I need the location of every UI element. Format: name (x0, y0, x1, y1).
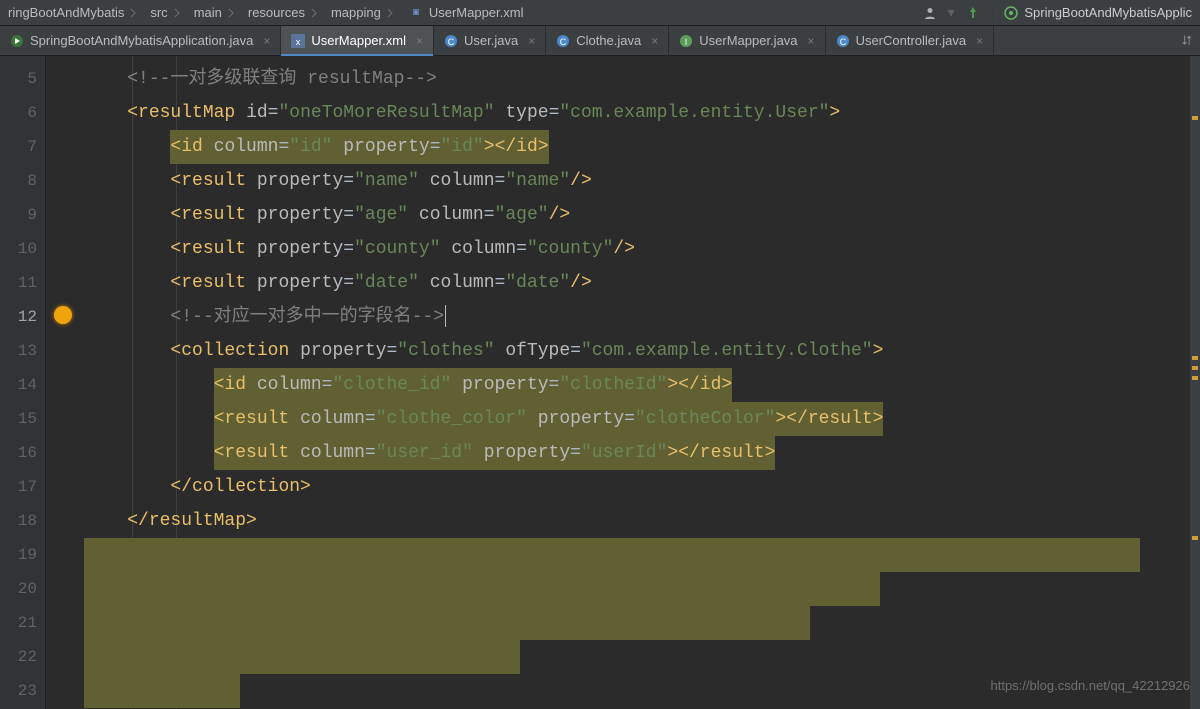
crumb[interactable]: src (146, 5, 189, 20)
tab-label: User.java (464, 33, 518, 48)
close-icon[interactable]: × (976, 34, 983, 48)
run-config[interactable]: SpringBootAndMybatisApplic (1004, 5, 1192, 20)
close-icon[interactable]: × (263, 34, 270, 48)
class-icon: C (556, 34, 570, 48)
tab-clothe-java[interactable]: C Clothe.java × (546, 26, 669, 56)
close-icon[interactable]: × (528, 34, 535, 48)
svg-text:I: I (685, 37, 688, 47)
tab-usermapper-java[interactable]: I UserMapper.java × (669, 26, 825, 56)
tab-label: UserMapper.java (699, 33, 797, 48)
xml-file-icon: x (407, 5, 425, 20)
crumb[interactable]: ringBootAndMybatis (4, 5, 146, 20)
tab-overflow[interactable]: ⮃ (1174, 26, 1200, 56)
svg-text:C: C (839, 37, 846, 47)
scrollbar[interactable] (1190, 56, 1200, 709)
build-icon[interactable] (965, 5, 981, 21)
breadcrumb-bar: ringBootAndMybatis src main resources ma… (0, 0, 1200, 26)
interface-icon: I (679, 34, 693, 48)
user-icon[interactable] (922, 5, 938, 21)
crumb[interactable]: x UserMapper.xml (403, 5, 528, 20)
crumb[interactable]: mapping (327, 5, 403, 20)
caret (445, 305, 446, 327)
svg-text:C: C (560, 37, 567, 47)
editor-tabs: SpringBootAndMybatisApplication.java × x… (0, 26, 1200, 56)
tab-label: UserMapper.xml (311, 33, 406, 48)
tab-usercontroller-java[interactable]: C UserController.java × (826, 26, 995, 56)
class-icon: C (444, 34, 458, 48)
watermark: https://blog.csdn.net/qq_42212926 (991, 669, 1191, 703)
intention-bulb-icon[interactable] (54, 306, 72, 324)
code-area[interactable]: <!--一对多级联查询 resultMap--> <resultMap id="… (84, 56, 1200, 709)
class-icon: C (836, 34, 850, 48)
tab-label: UserController.java (856, 33, 967, 48)
close-icon[interactable]: × (651, 34, 658, 48)
close-icon[interactable]: × (808, 34, 815, 48)
xml-file-icon: x (291, 34, 305, 48)
close-icon[interactable]: × (416, 34, 423, 48)
code-editor[interactable]: 56789101112131415161718192021222324 <!--… (0, 56, 1200, 709)
tab-label: SpringBootAndMybatisApplication.java (30, 33, 253, 48)
tab-label: Clothe.java (576, 33, 641, 48)
tab-usermapper-xml[interactable]: x UserMapper.xml × (281, 26, 434, 56)
svg-text:C: C (448, 37, 455, 47)
line-gutter: 56789101112131415161718192021222324 (0, 56, 46, 709)
java-run-icon (10, 34, 24, 48)
svg-text:x: x (415, 11, 417, 15)
svg-text:x: x (296, 37, 301, 47)
crumb[interactable]: main (190, 5, 244, 20)
fold-column (46, 56, 84, 709)
tab-user-java[interactable]: C User.java × (434, 26, 546, 56)
collapse-icon: ⮃ (1180, 34, 1194, 48)
tab-app-java[interactable]: SpringBootAndMybatisApplication.java × (0, 26, 281, 56)
crumb[interactable]: resources (244, 5, 327, 20)
